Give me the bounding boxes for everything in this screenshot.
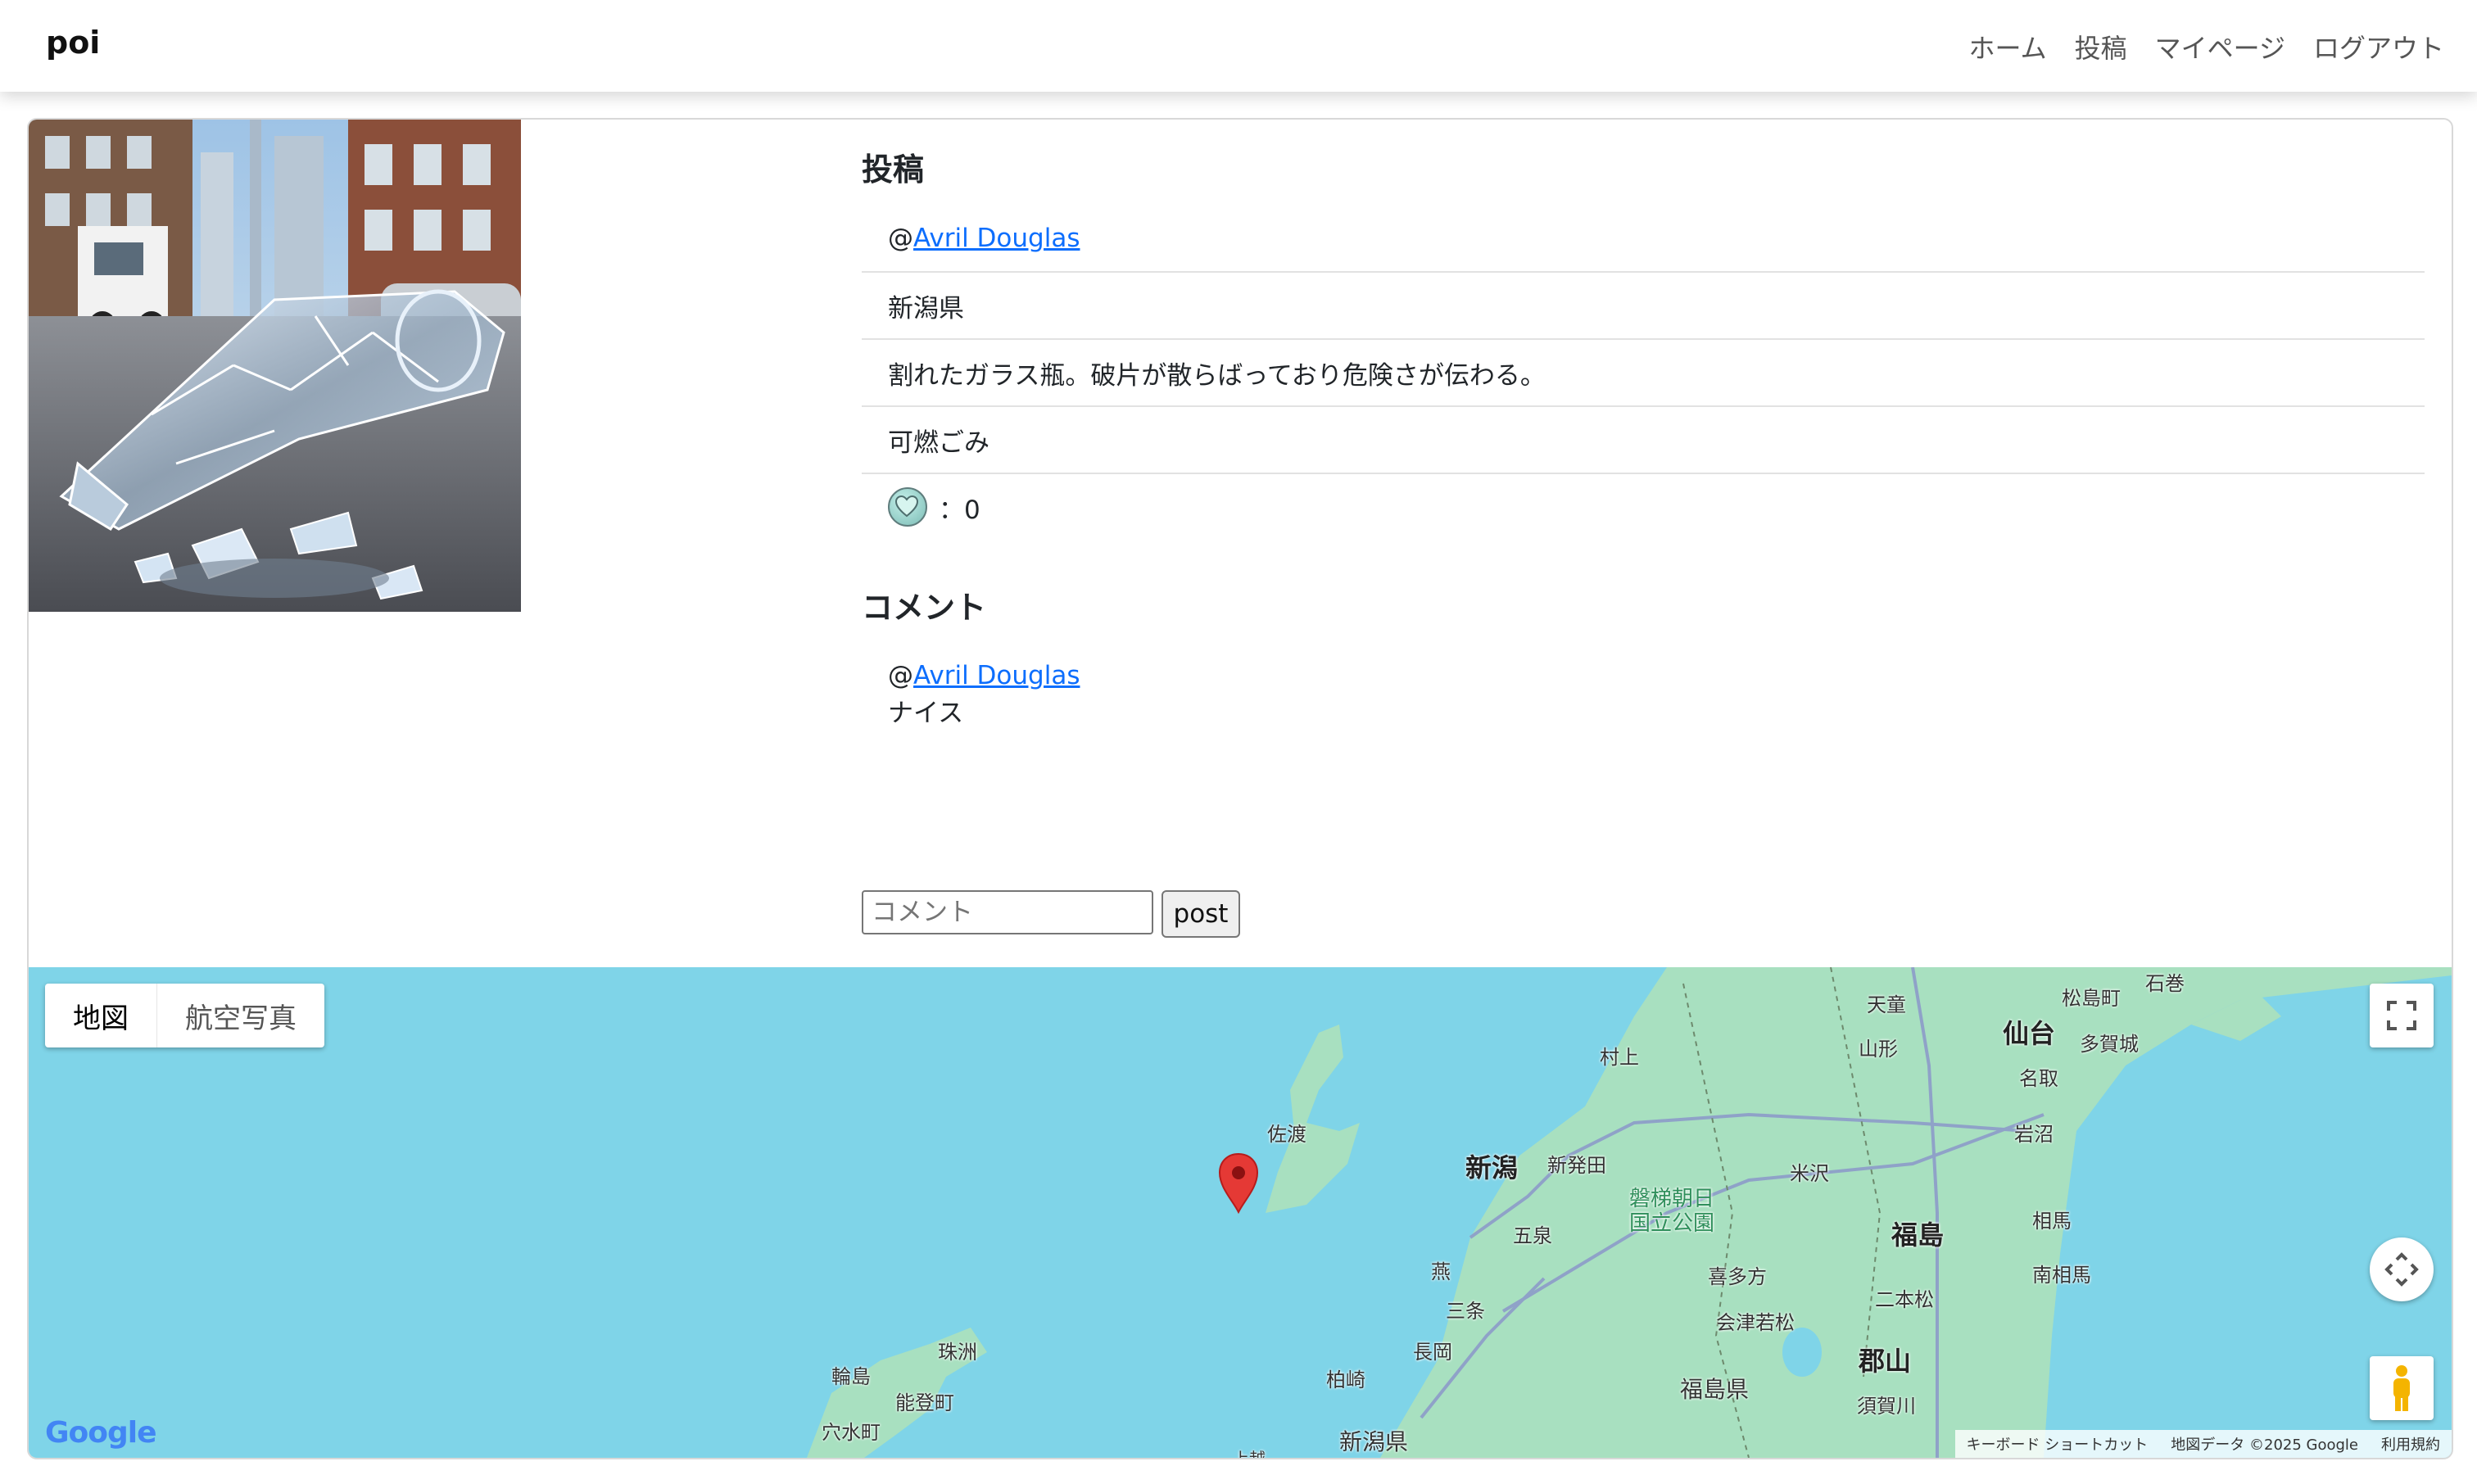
- map-label-matsushima: 松島町: [2062, 987, 2121, 1010]
- post-category-row: 可燃ごみ: [862, 407, 2425, 474]
- map-label-wajima: 輪島: [831, 1365, 871, 1388]
- map-type-toggle: 地図 航空写真: [45, 984, 324, 1047]
- map-label-gosen: 五泉: [1513, 1224, 1552, 1247]
- post-likes-row: ：0: [862, 474, 2425, 540]
- post-card: 投稿 @ Avril Douglas 新潟県 割れたガラス瓶。破片が散らばっており…: [27, 118, 2453, 1459]
- map-label-bandai-park: 磐梯朝日 国立公園: [1629, 1187, 1715, 1236]
- map-label-yamagata: 山形: [1859, 1038, 1898, 1061]
- map-label-tendo: 天童: [1867, 993, 1906, 1016]
- map-label-shibata: 新発田: [1547, 1154, 1606, 1177]
- map-label-natori: 名取: [2019, 1067, 2058, 1090]
- pegman-icon: [2393, 1365, 2410, 1411]
- map-label-joetsu: 上越: [1233, 1446, 1266, 1458]
- post-comment-button[interactable]: post: [1162, 890, 1240, 938]
- map-type-map[interactable]: 地図: [45, 984, 157, 1047]
- post-description-row: 割れたガラス瓶。破片が散らばっており危険さが伝わる。: [862, 340, 2425, 407]
- fullscreen-icon: [2387, 1001, 2416, 1030]
- comments-section-title: コメント: [862, 590, 987, 626]
- map-label-nihonmatsu: 二本松: [1875, 1288, 1934, 1311]
- nav-post-link[interactable]: 投稿: [2075, 28, 2127, 66]
- pan-arrows-icon: [2384, 1252, 2419, 1287]
- google-logo: Google: [45, 1416, 157, 1450]
- fullscreen-button[interactable]: [2370, 984, 2434, 1047]
- post-prefecture-row: 新潟県: [862, 273, 2425, 340]
- comment-author-link[interactable]: Avril Douglas: [913, 661, 1080, 690]
- terms-link[interactable]: 利用規約: [2370, 1430, 2452, 1458]
- post-author-row: @ Avril Douglas: [862, 206, 2425, 273]
- comment-input[interactable]: [862, 890, 1153, 934]
- map-label-sukagawa: 須賀川: [1857, 1395, 1916, 1418]
- brand-logo[interactable]: poi: [46, 25, 100, 61]
- comment-item: @Avril Douglas ナイス: [862, 657, 2425, 732]
- author-link[interactable]: Avril Douglas: [913, 224, 1080, 253]
- map-label-koriyama: 郡山: [1859, 1346, 1912, 1377]
- post-section-title: 投稿: [862, 152, 925, 188]
- map-label-murakami: 村上: [1600, 1046, 1639, 1069]
- map-label-sendai: 仙台: [2003, 1018, 2056, 1049]
- street-view-button[interactable]: [2370, 1356, 2434, 1420]
- location-marker-icon[interactable]: [1216, 1151, 1261, 1214]
- map-label-suzu: 珠洲: [938, 1341, 977, 1364]
- post-details: 投稿 @ Avril Douglas 新潟県 割れたガラス瓶。破片が散らばっており…: [862, 144, 2425, 732]
- map-label-yonezawa: 米沢: [1790, 1162, 1829, 1185]
- comment-text: ナイス: [888, 699, 964, 728]
- map-label-fukushima: 福島: [1891, 1219, 1945, 1251]
- map-data-credit: 地図データ ©2025 Google: [2171, 1436, 2358, 1454]
- map-label-kitakata: 喜多方: [1708, 1265, 1767, 1288]
- map-label-fukushima-pref: 福島県: [1680, 1376, 1750, 1403]
- map-label-tsubame: 燕: [1431, 1260, 1451, 1283]
- map-view[interactable]: 地図 航空写真 佐渡 新潟 新発田 村上 五泉 燕 三条 長岡 柏崎 新潟県 磐…: [29, 967, 2452, 1458]
- like-count: ：0: [939, 495, 980, 525]
- nav-links: ホーム 投稿 マイページ ログアウト: [1969, 28, 2444, 66]
- author-at-symbol: @: [888, 224, 913, 253]
- nav-logout-link[interactable]: ログアウト: [2313, 28, 2444, 66]
- map-label-soma: 相馬: [2032, 1210, 2072, 1233]
- map-label-niigata-pref: 新潟県: [1339, 1428, 1409, 1455]
- comment-form: post: [862, 890, 1240, 938]
- map-label-nagaoka: 長岡: [1413, 1341, 1452, 1364]
- post-photo: [29, 120, 521, 612]
- map-attribution: キーボード ショートカット 地図データ ©2025 Google 利用規約: [1954, 1430, 2452, 1458]
- map-label-niigata: 新潟: [1465, 1152, 1519, 1183]
- keyboard-shortcuts-link[interactable]: キーボード ショートカット: [1955, 1430, 2160, 1458]
- post-info-list: @ Avril Douglas 新潟県 割れたガラス瓶。破片が散らばっており危険さ…: [862, 206, 2425, 540]
- map-label-sanjo: 三条: [1446, 1300, 1485, 1323]
- map-label-noto: 能登町: [895, 1391, 954, 1414]
- map-label-tagajo: 多賀城: [2080, 1033, 2139, 1056]
- nav-mypage-link[interactable]: マイページ: [2155, 28, 2285, 66]
- top-navbar: poi ホーム 投稿 マイページ ログアウト: [0, 0, 2477, 92]
- comment-at-symbol: @: [888, 661, 913, 690]
- map-label-minamisoma: 南相馬: [2032, 1264, 2091, 1287]
- map-label-anamizu: 穴水町: [822, 1421, 881, 1444]
- map-label-kashiwazaki: 柏崎: [1326, 1369, 1365, 1391]
- map-type-satellite[interactable]: 航空写真: [157, 984, 324, 1047]
- map-label-iwanuma: 岩沼: [2014, 1123, 2054, 1146]
- map-label-sado: 佐渡: [1267, 1123, 1306, 1146]
- map-label-aizu: 会津若松: [1716, 1311, 1795, 1334]
- nav-home-link[interactable]: ホーム: [1969, 28, 2047, 66]
- map-label-ishinomaki: 石巻: [2145, 972, 2185, 995]
- heart-like-icon[interactable]: [888, 487, 927, 527]
- camera-control-button[interactable]: [2370, 1237, 2434, 1301]
